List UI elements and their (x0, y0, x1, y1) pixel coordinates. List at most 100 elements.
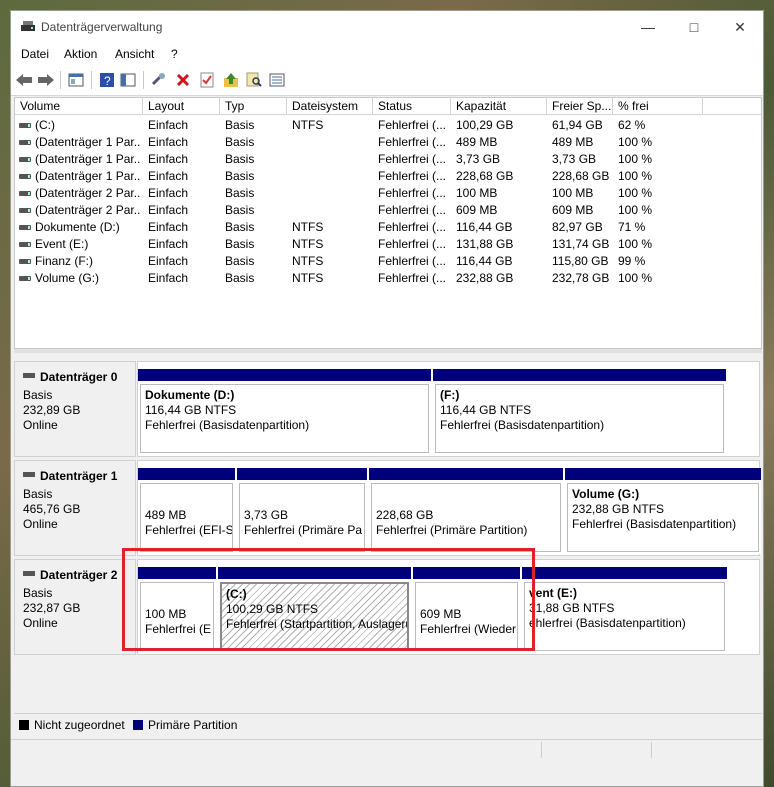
disk-icon (23, 472, 35, 477)
column-header[interactable]: Kapazität (451, 98, 547, 115)
table-cell: Event (E:) (35, 237, 89, 251)
table-cell: NTFS (292, 237, 324, 251)
table-cell: Fehlerfrei (... (378, 220, 447, 234)
partition-size: 116,44 GB NTFS (440, 403, 532, 417)
disk-label-0[interactable]: Datenträger 0 Basis 232,89 GB Online (14, 361, 136, 457)
up-icon[interactable] (222, 71, 240, 89)
table-cell: 3,73 GB (456, 152, 501, 166)
menu-help[interactable]: ? (171, 47, 178, 61)
column-header[interactable]: Typ (220, 98, 287, 115)
svg-text:?: ? (104, 74, 111, 88)
partition-body: vent (E:) 31,88 GB NTFS ehlerfrei (Basisda… (524, 582, 725, 651)
table-cell: 100 % (618, 203, 653, 217)
table-row[interactable]: (Datenträger 1 Par... Einfach Basis Fehlerf… (15, 151, 761, 168)
partition-status: Fehlerfrei (Primäre Pa (244, 523, 363, 537)
table-cell: (Datenträger 1 Par... (35, 135, 141, 149)
check-icon[interactable] (198, 71, 216, 89)
minimize-button[interactable]: — (625, 11, 671, 43)
table-cell: Fehlerfrei (... (378, 237, 447, 251)
partition-block[interactable]: (F:) 116,44 GB NTFS Fehlerfrei (Basisdaten… (433, 369, 726, 455)
table-cell: 228,68 GB (552, 169, 610, 183)
table-row[interactable]: Finanz (F:) Einfach Basis NTFS Fehlerfrei (.… (15, 253, 761, 270)
close-button[interactable]: ✕ (717, 11, 763, 43)
menu-ansicht[interactable]: Ansicht (115, 47, 154, 61)
app-window: Datenträgerverwaltung — □ ✕ Datei Aktion… (10, 10, 764, 787)
table-cell: Einfach (148, 271, 189, 285)
partition-type-bar (138, 468, 235, 480)
table-cell: Volume (G:) (35, 271, 100, 285)
disk-icon (23, 571, 35, 576)
table-cell: NTFS (292, 118, 324, 132)
table-row[interactable]: Dokumente (D:) Einfach Basis NTFS Fehlerfrei… (15, 219, 761, 236)
disk-state: Online (23, 517, 58, 531)
column-header[interactable]: Status (373, 98, 451, 115)
legend-unallocated-swatch (19, 720, 29, 730)
back-icon[interactable] (15, 71, 33, 89)
table-cell: 131,74 GB (552, 237, 610, 251)
disk-management-app-icon (21, 21, 35, 31)
table-row[interactable]: (Datenträger 2 Par... Einfach Basis Fehlerf… (15, 185, 761, 202)
table-cell (292, 151, 371, 168)
partition-block[interactable]: 3,73 GB Fehlerfrei (Primäre Pa (237, 468, 367, 554)
table-cell: Basis (225, 237, 255, 251)
table-cell: Fehlerfrei (... (378, 135, 447, 149)
table-cell: Einfach (148, 135, 189, 149)
column-header[interactable]: Volume (15, 98, 143, 115)
volume-list[interactable]: Volume Layout Typ Dateisystem Status Kapazitä… (14, 97, 762, 349)
column-header[interactable]: Layout (143, 98, 220, 115)
partition-block[interactable]: 489 MB Fehlerfrei (EFI-S (138, 468, 235, 554)
table-row[interactable]: (Datenträger 1 Par... Einfach Basis Fehlerf… (15, 168, 761, 185)
table-cell: Finanz (F:) (35, 254, 94, 268)
column-header[interactable]: Freier Sp... (547, 98, 613, 115)
delete-icon[interactable] (174, 71, 192, 89)
table-cell: Einfach (148, 169, 189, 183)
table-cell: 116,44 GB (456, 220, 513, 234)
partition-body: Dokumente (D:) 116,44 GB NTFS Fehlerfrei (… (140, 384, 429, 453)
menu-datei[interactable]: Datei (21, 47, 49, 61)
disk-graphical-view: Datenträger 0 Basis 232,89 GB Online Dokumen… (14, 353, 762, 713)
disk-label-2[interactable]: Datenträger 2 Basis 232,87 GB Online (14, 559, 136, 655)
table-cell: NTFS (292, 220, 324, 234)
partition-title: vent (E:) (529, 586, 577, 600)
disk-icon (23, 373, 35, 378)
connect-icon[interactable] (150, 71, 168, 89)
maximize-button[interactable]: □ (671, 11, 717, 43)
table-cell: Fehlerfrei (... (378, 186, 447, 200)
table-cell: 489 MB (552, 135, 594, 149)
partition-block[interactable]: Volume (G:) 232,88 GB NTFS Fehlerfrei (Bas… (565, 468, 761, 554)
disk-label-1[interactable]: Datenträger 1 Basis 465,76 GB Online (14, 460, 136, 556)
search-icon[interactable] (245, 71, 263, 89)
properties-icon[interactable] (67, 71, 85, 89)
partition-type-bar (237, 468, 367, 480)
partition-type-bar (565, 468, 761, 480)
table-cell: 100 % (618, 152, 653, 166)
table-cell: NTFS (292, 271, 324, 285)
table-cell: Basis (225, 254, 255, 268)
partition-block[interactable]: vent (E:) 31,88 GB NTFS ehlerfrei (Basisda… (522, 567, 727, 653)
table-cell: 82,97 GB (552, 220, 603, 234)
menu-aktion[interactable]: Aktion (64, 47, 97, 61)
table-row[interactable]: (Datenträger 1 Par... Einfach Basis Fehlerf… (15, 134, 761, 151)
table-cell: NTFS (292, 254, 324, 268)
legend-primary-label: Primäre Partition (148, 718, 238, 732)
disk-type: Basis (23, 487, 53, 501)
table-cell: (C:) (35, 118, 55, 132)
partition-block[interactable]: 228,68 GB Fehlerfrei (Primäre Partition) (369, 468, 563, 554)
table-cell: Fehlerfrei (... (378, 271, 447, 285)
forward-icon[interactable] (37, 71, 55, 89)
table-cell: 100 MB (456, 186, 498, 200)
partition-status: Fehlerfrei (Basisdatenpartition) (440, 418, 605, 432)
table-row[interactable]: Volume (G:) Einfach Basis NTFS Fehlerfrei (.… (15, 270, 761, 287)
table-row[interactable]: (C:) Einfach Basis NTFS Fehlerfrei (... 100,2… (15, 117, 761, 134)
table-row[interactable]: (Datenträger 2 Par... Einfach Basis Fehlerf… (15, 202, 761, 219)
table-cell: 99 % (618, 254, 646, 268)
partition-block[interactable]: Dokumente (D:) 116,44 GB NTFS Fehlerfrei (… (138, 369, 431, 455)
table-cell: Einfach (148, 203, 189, 217)
partition-title: Volume (G:) (572, 487, 640, 501)
column-header[interactable]: Dateisystem (287, 98, 373, 115)
view-icon[interactable] (268, 71, 286, 89)
help-icon[interactable]: ? (98, 71, 116, 89)
column-header[interactable]: % frei (613, 98, 703, 115)
help-pane-icon[interactable] (119, 71, 137, 89)
table-row[interactable]: Event (E:) Einfach Basis NTFS Fehlerfrei (..… (15, 236, 761, 253)
